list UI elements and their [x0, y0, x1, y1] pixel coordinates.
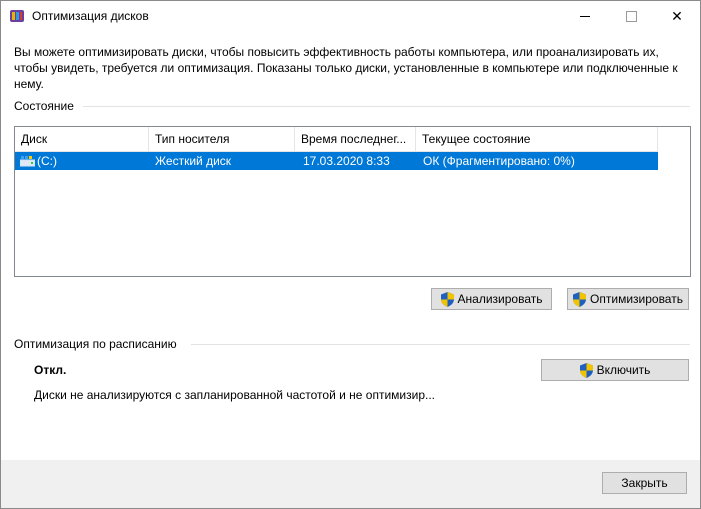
status-section-label: Состояние: [14, 99, 74, 113]
minimize-button[interactable]: [562, 1, 608, 32]
close-icon: ✕: [671, 8, 683, 24]
column-header-media-type[interactable]: Тип носителя: [149, 127, 295, 151]
optimize-button[interactable]: Оптимизировать: [567, 288, 689, 310]
optimize-button-label: Оптимизировать: [590, 292, 683, 306]
schedule-section-label: Оптимизация по расписанию: [14, 337, 177, 351]
column-header-last-run[interactable]: Время последнег...: [295, 127, 416, 151]
drive-row-c[interactable]: (C:) Жесткий диск 17.03.2020 8:33 ОК (Фр…: [15, 152, 658, 170]
enable-schedule-label: Включить: [596, 363, 651, 377]
uac-shield-icon: [573, 291, 587, 307]
column-header-current-status[interactable]: Текущее состояние: [416, 127, 658, 151]
enable-schedule-button[interactable]: Включить: [541, 359, 689, 381]
close-window-button[interactable]: ✕: [654, 1, 700, 32]
maximize-icon: [625, 11, 637, 22]
analyze-button-label: Анализировать: [457, 292, 543, 306]
schedule-description: Диски не анализируются с запланированной…: [34, 388, 435, 402]
close-dialog-label: Закрыть: [621, 476, 668, 490]
uac-shield-icon: [440, 291, 454, 307]
defrag-app-icon: [10, 10, 24, 22]
description-text: Вы можете оптимизировать диски, чтобы по…: [14, 45, 678, 91]
analyze-button[interactable]: Анализировать: [431, 288, 552, 310]
schedule-divider: [191, 344, 690, 345]
drive-media-type: Жесткий диск: [155, 154, 232, 168]
hard-drive-icon: [20, 156, 35, 167]
drive-list-header: Диск Тип носителя Время последнег... Тек…: [15, 127, 658, 152]
drive-list[interactable]: Диск Тип носителя Время последнег... Тек…: [14, 126, 691, 277]
defrag-window: Оптимизация дисков ✕ Вы можете оптимизир…: [0, 0, 701, 509]
window-title: Оптимизация дисков: [32, 9, 149, 23]
minimize-icon: [580, 16, 590, 17]
drive-name: (C:): [37, 154, 57, 168]
uac-shield-icon: [579, 362, 593, 378]
column-header-drive[interactable]: Диск: [15, 127, 149, 151]
status-divider: [83, 106, 690, 107]
close-dialog-button[interactable]: Закрыть: [602, 472, 687, 494]
footer-bar: Закрыть: [1, 460, 700, 508]
drive-current-status: ОК (Фрагментировано: 0%): [423, 154, 575, 168]
maximize-button[interactable]: [608, 1, 654, 32]
drive-last-run: 17.03.2020 8:33: [303, 154, 390, 168]
schedule-state: Откл.: [34, 363, 67, 377]
title-bar[interactable]: Оптимизация дисков ✕: [1, 1, 700, 32]
